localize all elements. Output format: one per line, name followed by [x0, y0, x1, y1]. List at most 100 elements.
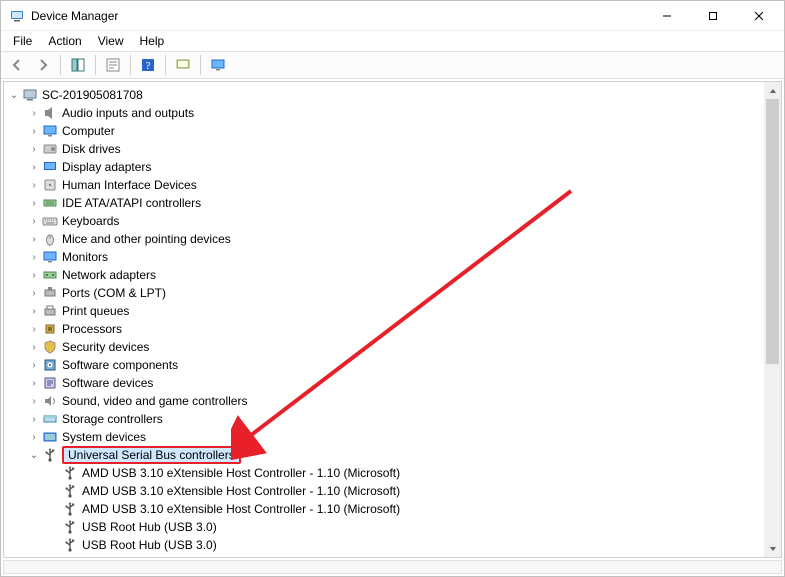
printer-icon	[42, 303, 58, 319]
window-title: Device Manager	[31, 9, 644, 23]
tree-item[interactable]: ⌄ Universal Serial Bus controllers	[4, 446, 764, 464]
close-button[interactable]	[736, 1, 782, 31]
expand-chevron-icon[interactable]: ›	[28, 180, 40, 191]
expand-chevron-icon[interactable]: ›	[28, 108, 40, 119]
toolbar-properties[interactable]	[101, 53, 125, 77]
toolbar-view-monitor[interactable]	[206, 53, 230, 77]
tree-item-label: Audio inputs and outputs	[62, 106, 200, 120]
expand-chevron-icon[interactable]: ›	[28, 234, 40, 245]
toolbar-show-hide-tree[interactable]	[66, 53, 90, 77]
collapse-chevron-icon[interactable]: ⌄	[28, 450, 40, 461]
menu-view[interactable]: View	[90, 32, 132, 50]
maximize-button[interactable]	[690, 1, 736, 31]
collapse-chevron-icon[interactable]: ⌄	[8, 90, 20, 101]
tree-item-label: Storage controllers	[62, 412, 169, 426]
device-manager-icon	[9, 8, 25, 24]
vertical-scrollbar[interactable]	[764, 82, 781, 557]
expand-chevron-icon[interactable]: ›	[28, 306, 40, 317]
tree-item-label: AMD USB 3.10 eXtensible Host Controller …	[82, 484, 406, 498]
tree-item[interactable]: › Software devices	[4, 374, 764, 392]
tree-item[interactable]: ›System devices	[4, 428, 764, 446]
tree-item[interactable]: › Sound, video and game controllers	[4, 392, 764, 410]
expand-chevron-icon[interactable]: ›	[28, 162, 40, 173]
cpu-icon	[42, 321, 58, 337]
scrollbar-track[interactable]	[764, 99, 781, 540]
mouse-icon	[42, 231, 58, 247]
tree-item[interactable]: › Keyboards	[4, 212, 764, 230]
expand-chevron-icon[interactable]: ›	[28, 414, 40, 425]
tree-item[interactable]: › Audio inputs and outputs	[4, 104, 764, 122]
tree-item[interactable]: › Computer	[4, 122, 764, 140]
tree-root[interactable]: ⌄ SC-201905081708	[4, 86, 764, 104]
tree-item[interactable]: ›Human Interface Devices	[4, 176, 764, 194]
menu-action[interactable]: Action	[40, 32, 89, 50]
expand-chevron-icon[interactable]: ›	[28, 144, 40, 155]
tree-item-label: Print queues	[62, 304, 135, 318]
tree-item-label: Keyboards	[62, 214, 125, 228]
toolbar-scan-hardware[interactable]	[171, 53, 195, 77]
expand-chevron-icon[interactable]: ›	[28, 216, 40, 227]
tree-item[interactable]: › Network adapters	[4, 266, 764, 284]
expand-chevron-icon[interactable]: ›	[28, 198, 40, 209]
expand-chevron-icon[interactable]: ›	[28, 126, 40, 137]
network-icon	[42, 267, 58, 283]
tree-item[interactable]: › Disk drives	[4, 140, 764, 158]
tree-item-label: Software components	[62, 358, 184, 372]
tree-item[interactable]: AMD USB 3.10 eXtensible Host Controller …	[4, 500, 764, 518]
tree-item-label: USB Root Hub (USB 3.0)	[82, 538, 223, 552]
tree-item[interactable]: › Storage controllers	[4, 410, 764, 428]
usb-icon	[62, 501, 78, 517]
tree-item[interactable]: ›IDE ATA/ATAPI controllers	[4, 194, 764, 212]
monitor-icon	[42, 249, 58, 265]
tree-item[interactable]: ›Processors	[4, 320, 764, 338]
tree-item[interactable]: ›Ports (COM & LPT)	[4, 284, 764, 302]
tree-item-label: Network adapters	[62, 268, 162, 282]
expand-chevron-icon[interactable]: ›	[28, 432, 40, 443]
tree-item-label: AMD USB 3.10 eXtensible Host Controller …	[82, 466, 406, 480]
tree-item[interactable]: ›Monitors	[4, 248, 764, 266]
tree-item[interactable]: USB Root Hub (USB 3.0)	[4, 536, 764, 554]
tree-item[interactable]: AMD USB 3.10 eXtensible Host Controller …	[4, 464, 764, 482]
tree-item-label: Display adapters	[62, 160, 157, 174]
toolbar-forward[interactable]	[31, 53, 55, 77]
tree-item-label: Universal Serial Bus controllers	[62, 446, 241, 464]
toolbar-back[interactable]	[5, 53, 29, 77]
toolbar-separator	[60, 55, 61, 75]
system-devices-icon	[42, 429, 58, 445]
port-icon	[42, 285, 58, 301]
tree-item-label: AMD USB 3.10 eXtensible Host Controller …	[82, 502, 406, 516]
tree-item-label: Software devices	[62, 376, 159, 390]
tree-item[interactable]: USB Root Hub (USB 3.0)	[4, 518, 764, 536]
expand-chevron-icon[interactable]: ›	[28, 288, 40, 299]
expand-chevron-icon[interactable]: ›	[28, 396, 40, 407]
software-component-icon	[42, 357, 58, 373]
tree-item-label: Sound, video and game controllers	[62, 394, 253, 408]
usb-icon	[62, 483, 78, 499]
toolbar-separator	[95, 55, 96, 75]
device-tree[interactable]: ⌄SC-201905081708›Audio inputs and output…	[4, 82, 764, 557]
tree-item[interactable]: › Mice and other pointing devices	[4, 230, 764, 248]
menu-help[interactable]: Help	[132, 32, 173, 50]
scrollbar-thumb[interactable]	[766, 99, 779, 364]
tree-item-label: Computer	[62, 124, 121, 138]
tree-item[interactable]: AMD USB 3.10 eXtensible Host Controller …	[4, 482, 764, 500]
toolbar-help[interactable]: ?	[136, 53, 160, 77]
tree-item[interactable]: › Software components	[4, 356, 764, 374]
expand-chevron-icon[interactable]: ›	[28, 342, 40, 353]
minimize-button[interactable]	[644, 1, 690, 31]
svg-text:?: ?	[146, 60, 151, 72]
tree-item-label: SC-201905081708	[42, 88, 149, 102]
expand-chevron-icon[interactable]: ›	[28, 378, 40, 389]
menu-file[interactable]: File	[5, 32, 40, 50]
scrollbar-up-arrow[interactable]	[764, 82, 781, 99]
scrollbar-down-arrow[interactable]	[764, 540, 781, 557]
expand-chevron-icon[interactable]: ›	[28, 324, 40, 335]
tree-item[interactable]: ›Security devices	[4, 338, 764, 356]
tree-item[interactable]: › Display adapters	[4, 158, 764, 176]
tree-item-label: Mice and other pointing devices	[62, 232, 237, 246]
tree-item-label: Disk drives	[62, 142, 127, 156]
tree-item[interactable]: › Print queues	[4, 302, 764, 320]
expand-chevron-icon[interactable]: ›	[28, 270, 40, 281]
expand-chevron-icon[interactable]: ›	[28, 252, 40, 263]
expand-chevron-icon[interactable]: ›	[28, 360, 40, 371]
